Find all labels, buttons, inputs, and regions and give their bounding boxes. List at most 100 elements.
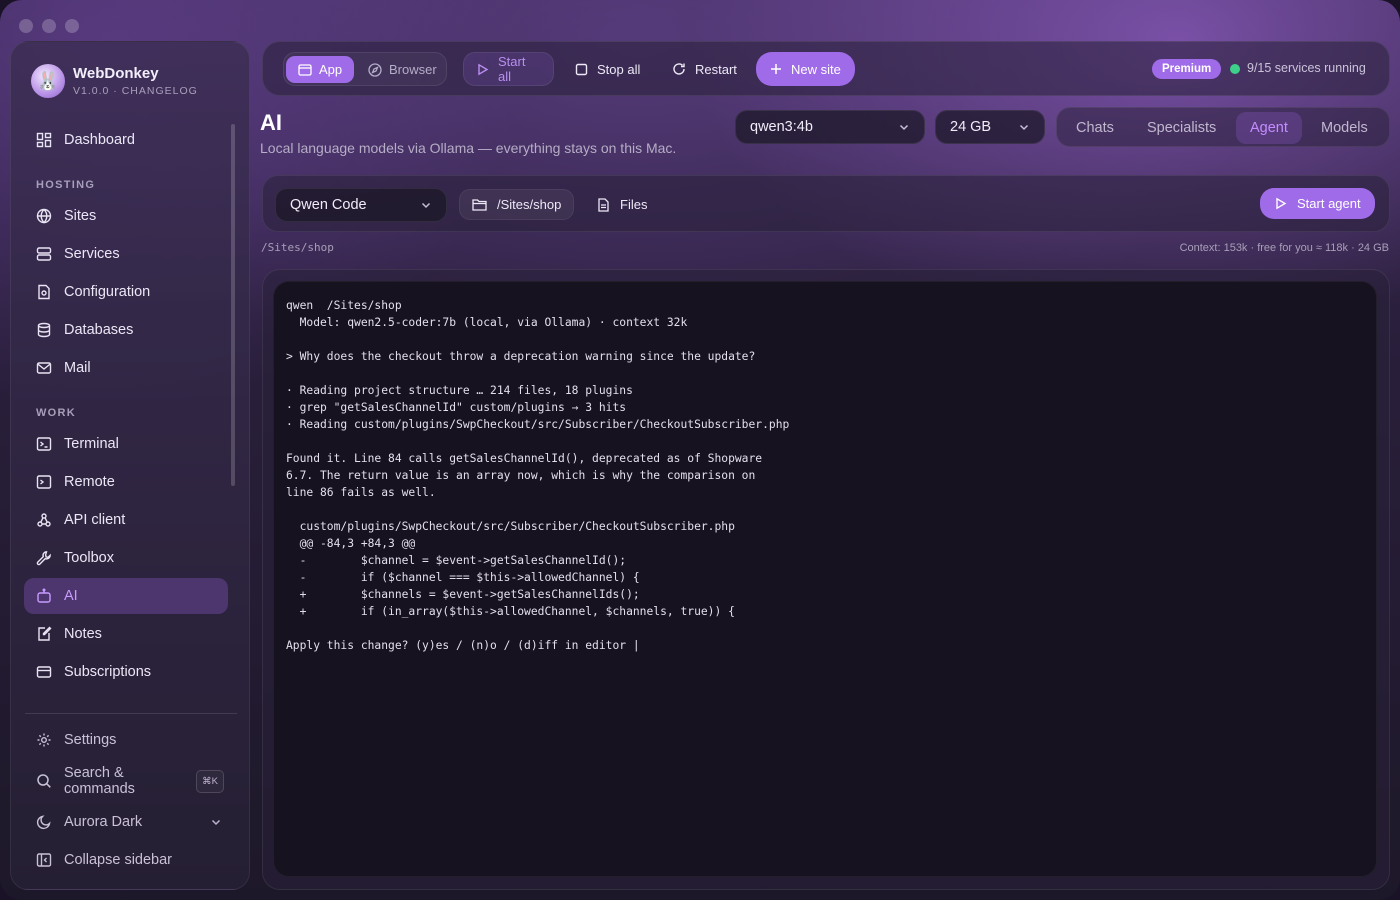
minimize-window-button[interactable] [42,19,56,33]
sidebar-item-label: Databases [64,322,134,338]
mode-app-button[interactable]: App [286,56,355,83]
sidebar-item-services[interactable]: Services [24,236,228,272]
status-dot [1230,64,1240,74]
start-agent-button[interactable]: Start agent [1260,188,1375,219]
sidebar-scrollbar[interactable] [231,124,235,486]
collapse-sidebar-button[interactable]: Collapse sidebar [24,842,228,878]
globe-icon [36,208,52,224]
search-commands-button[interactable]: Search & commands ⌘K [24,763,228,799]
stop-icon [575,63,588,76]
close-window-button[interactable] [19,19,33,33]
robot-icon [36,588,52,604]
sidebar-item-configuration[interactable]: Configuration [24,274,228,310]
memory-select[interactable]: 24 GB [935,110,1045,144]
sidebar-item-mail[interactable]: Mail [24,350,228,386]
start-all-button[interactable]: Start all [463,52,554,86]
chevron-down-icon [1018,121,1030,133]
tab-chats[interactable]: Chats [1062,112,1128,144]
agent-tool-select[interactable]: Qwen Code [275,188,447,222]
collapse-label: Collapse sidebar [64,852,173,868]
context-info: Context: 153k · free for you ≈ 118k · 24… [1179,242,1389,254]
database-icon [36,322,52,338]
terminal-line: Found it. Line 84 calls getSalesChannelI… [286,452,763,465]
memory-select-value: 24 GB [950,119,992,135]
sidebar-item-api-client[interactable]: API client [24,502,228,538]
new-site-button[interactable]: New site [756,52,855,86]
tab-models[interactable]: Models [1307,112,1382,144]
gear-icon [36,732,52,748]
card-icon [36,664,52,680]
sidebar-item-label: Toolbox [64,550,114,566]
top-toolbar: App Browser Start all Stop all Restart N… [262,41,1390,96]
terminal-line: qwen /Sites/shop [286,299,402,312]
window-icon [298,63,312,77]
sidebar-item-remote[interactable]: Remote [24,464,228,500]
settings-label: Settings [64,732,117,748]
section-title-work: WORK [36,407,77,419]
sidebar-item-label: Mail [64,360,91,376]
folder-picker-button[interactable]: /Sites/shop [459,189,575,220]
terminal-line: custom/plugins/SwpCheckout/src/Subscribe… [286,520,735,533]
sidebar-item-dashboard[interactable]: Dashboard [24,122,228,158]
compass-icon [368,62,382,77]
sidebar-item-sites[interactable]: Sites [24,198,228,234]
sidebar-item-label: Services [64,246,120,262]
server-icon [36,246,52,262]
maximize-window-button[interactable] [65,19,79,33]
restart-label: Restart [695,61,737,77]
folder-icon [472,198,487,211]
wrench-icon [36,550,52,566]
api-icon [36,512,52,528]
page-subtitle: Local language models via Ollama — every… [260,140,677,156]
sidebar-item-ai[interactable]: AI [24,578,228,614]
sidebar-item-subscriptions[interactable]: Subscriptions [24,654,228,690]
sidebar-item-label: Configuration [64,284,151,300]
terminal-icon [36,436,52,452]
terminal-line: - $channel = $event->getSalesChannelId()… [286,554,627,567]
brand[interactable]: 🐰 WebDonkey V1.0.0 · CHANGELOG [31,64,198,98]
shortcut-badge: ⌘K [196,769,224,793]
sidebar-item-label: Dashboard [64,132,135,148]
sidebar-divider [25,713,237,714]
folder-path: /Sites/shop [497,197,562,212]
chevron-down-icon [420,199,432,211]
sidebar-item-label: Notes [64,626,102,642]
remote-icon [36,474,52,490]
ai-tabs: Chats Specialists Agent Models [1056,107,1390,147]
terminal-line: Model: qwen2.5-coder:7b (local, via Olla… [286,316,688,329]
moon-icon [36,814,52,830]
play-icon [476,63,489,76]
sidebar: 🐰 WebDonkey V1.0.0 · CHANGELOG Dashboard… [10,41,250,890]
window-controls [19,19,79,33]
files-button[interactable]: Files [585,189,659,220]
sidebar-item-terminal[interactable]: Terminal [24,426,228,462]
mode-browser-label: Browser [389,62,437,77]
sidebar-item-toolbox[interactable]: Toolbox [24,540,228,576]
new-site-label: New site [791,61,841,77]
dashboard-icon [36,132,52,148]
tab-agent[interactable]: Agent [1236,112,1302,144]
sidebar-collapse-icon [36,852,52,868]
terminal-line: > Why does the checkout throw a deprecat… [286,350,756,363]
app-version-changelog[interactable]: V1.0.0 · CHANGELOG [73,85,198,97]
stop-all-button[interactable]: Stop all [563,52,652,86]
start-all-label: Start all [498,54,526,84]
terminal-line: @@ -84,3 +84,3 @@ [286,537,416,550]
page-title: AI [260,110,282,135]
sidebar-item-label: Terminal [64,436,119,452]
mode-browser-button[interactable]: Browser [356,56,449,83]
model-select[interactable]: qwen3:4b [735,110,925,144]
file-icon [597,197,610,212]
agent-terminal[interactable]: qwen /Sites/shop Model: qwen2.5-coder:7b… [273,281,1377,877]
tab-specialists[interactable]: Specialists [1133,112,1230,144]
mode-switch: App Browser [283,52,447,86]
premium-badge[interactable]: Premium [1152,59,1222,79]
theme-selector[interactable]: Aurora Dark [24,804,228,840]
settings-button[interactable]: Settings [24,722,228,758]
sidebar-item-databases[interactable]: Databases [24,312,228,348]
services-status: 9/15 services running [1247,61,1366,75]
search-label: Search & commands [64,765,135,797]
plus-icon [770,63,782,75]
restart-button[interactable]: Restart [660,52,749,86]
sidebar-item-notes[interactable]: Notes [24,616,228,652]
